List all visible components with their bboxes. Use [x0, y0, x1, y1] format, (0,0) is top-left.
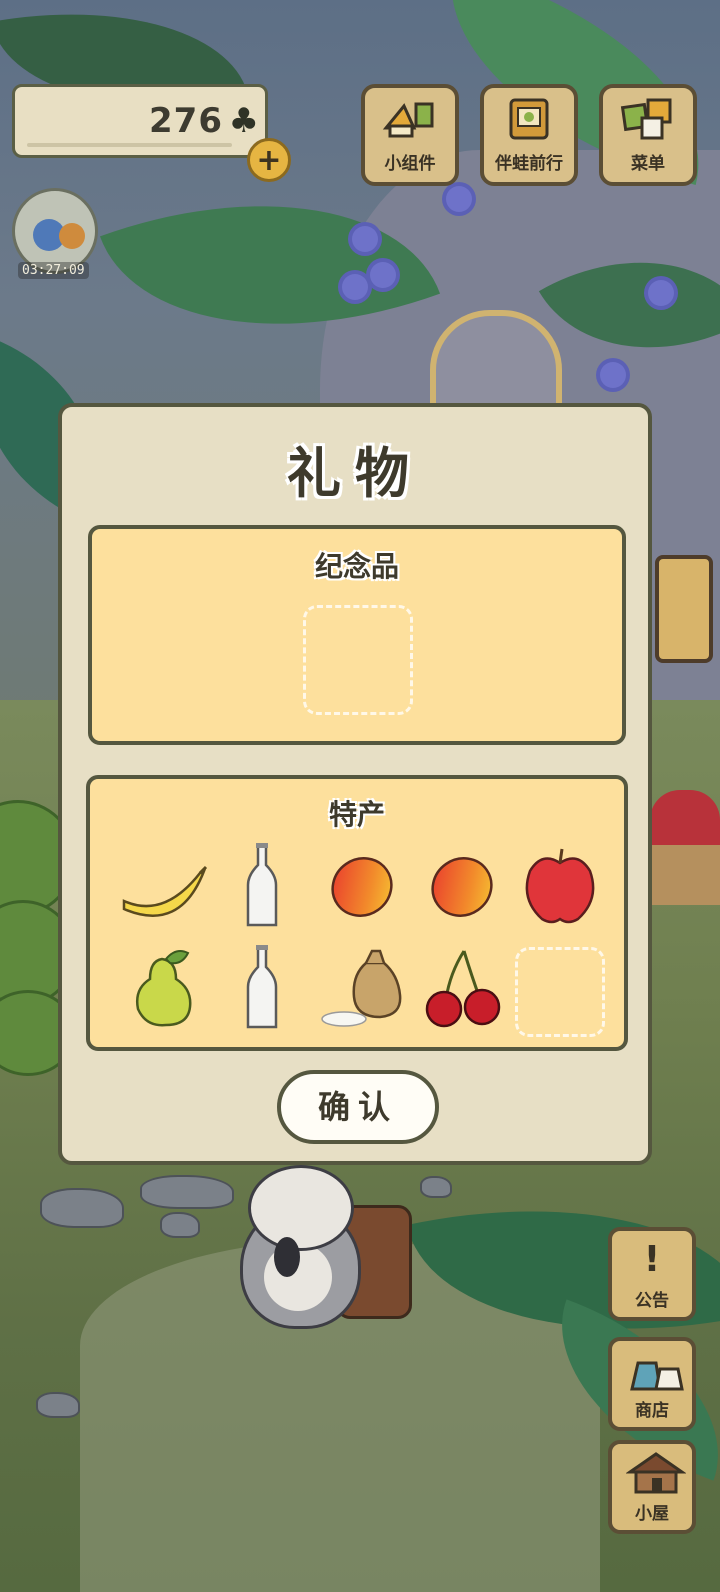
morning-glory-flower — [342, 274, 368, 300]
specialty-panel: 特产 — [86, 775, 628, 1051]
widget-button[interactable]: 小组件 — [361, 84, 459, 186]
bottle-icon — [246, 945, 278, 1029]
rock — [160, 1212, 200, 1238]
specialty-item-rice-sack[interactable] — [314, 943, 410, 1033]
clover-icon: ♣ — [228, 101, 259, 141]
specialty-item-apple[interactable] — [512, 841, 608, 931]
rock — [140, 1175, 234, 1209]
friend-icon — [59, 223, 85, 249]
apple-icon — [525, 848, 595, 924]
bottle-icon — [246, 843, 278, 927]
specialty-item-bottle[interactable] — [214, 943, 310, 1033]
specialty-title: 特产 — [328, 798, 385, 831]
shop-label: 商店 — [635, 1401, 669, 1421]
cherries-icon — [425, 950, 501, 1028]
specialty-item-cherries[interactable] — [414, 943, 510, 1033]
rice-sack-icon — [321, 949, 402, 1027]
mango-icon — [431, 857, 493, 917]
add-clover-button[interactable]: + — [247, 138, 291, 182]
morning-glory-flower — [600, 362, 626, 388]
rock — [36, 1392, 80, 1418]
morning-glory-flower — [446, 186, 472, 212]
clover-counter: 276 ♣ — [12, 84, 268, 158]
rock — [420, 1176, 452, 1198]
hamster-visitor[interactable] — [240, 1165, 361, 1329]
hamster-head — [248, 1165, 354, 1251]
mango-icon — [331, 857, 393, 917]
souvenir-empty-slot[interactable] — [303, 605, 413, 715]
house-button[interactable]: 小屋 — [608, 1440, 696, 1534]
specialty-item-mango[interactable] — [314, 841, 410, 931]
mailbox — [650, 790, 720, 850]
pear-icon — [136, 950, 192, 1027]
banana-icon — [122, 865, 208, 917]
house-icon — [626, 1452, 686, 1494]
timer: 03:27:09 — [18, 262, 89, 279]
sunflower-seed — [274, 1237, 300, 1277]
souvenir-panel: 纪念品 — [88, 525, 626, 745]
menu-icon — [620, 98, 672, 140]
notice-button[interactable]: ! 公告 — [608, 1227, 696, 1321]
exclamation-icon: ! — [643, 1239, 661, 1280]
journey-button[interactable]: 伴蛙前行 — [480, 84, 578, 186]
dialog-title: 礼物 — [287, 442, 423, 505]
specialty-item-pear[interactable] — [116, 943, 212, 1033]
menu-button[interactable]: 菜单 — [599, 84, 697, 186]
mailbox-post — [650, 845, 720, 905]
morning-glory-flower — [352, 226, 378, 252]
shop-bags-icon — [630, 1361, 684, 1391]
journey-icon — [509, 98, 549, 140]
souvenir-title: 纪念品 — [314, 550, 399, 583]
menu-label: 菜单 — [631, 154, 665, 174]
gift-dialog: 礼物 纪念品 特产 确认 — [58, 403, 652, 1165]
rock — [40, 1188, 124, 1228]
specialty-item-bottle[interactable] — [214, 841, 310, 931]
morning-glory-flower — [648, 280, 674, 306]
notice-label: 公告 — [635, 1291, 669, 1311]
journey-label: 伴蛙前行 — [495, 154, 563, 174]
morning-glory-flower — [370, 262, 396, 288]
clover-count: 276 — [149, 101, 223, 141]
specialty-item-mango[interactable] — [414, 841, 510, 931]
specialty-empty-slot[interactable] — [515, 947, 605, 1037]
confirm-button[interactable]: 确认 — [277, 1070, 439, 1144]
shop-button[interactable]: 商店 — [608, 1337, 696, 1431]
lantern — [655, 555, 713, 663]
house-label: 小屋 — [635, 1504, 669, 1524]
widget-label: 小组件 — [384, 154, 436, 174]
specialty-item-banana[interactable] — [116, 841, 212, 931]
widget-icon — [382, 102, 434, 138]
clover-bar — [27, 143, 232, 147]
